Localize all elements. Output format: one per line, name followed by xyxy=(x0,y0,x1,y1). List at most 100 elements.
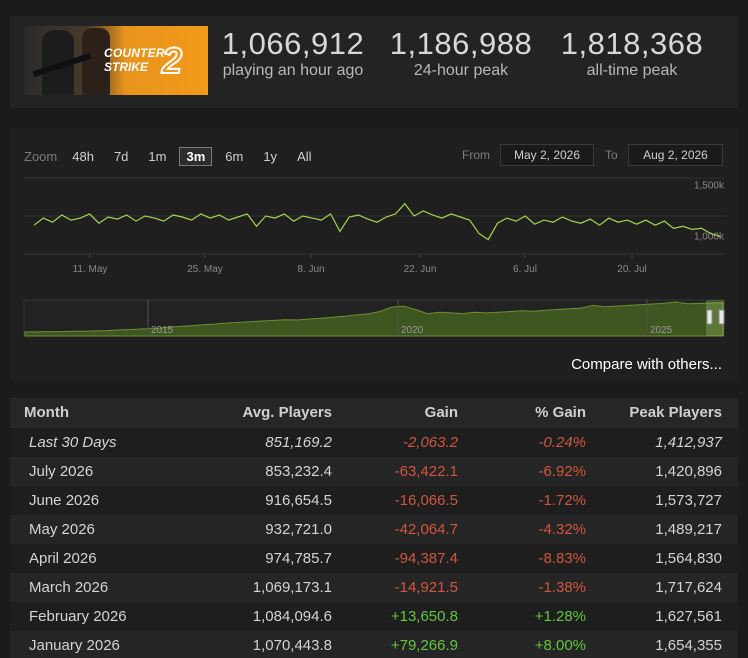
avg-players-cell: 932,721.0 xyxy=(265,521,332,538)
month-cell: July 2026 xyxy=(29,463,94,480)
table-row: May 2026 932,721.0 -42,064.7 -4.32% 1,48… xyxy=(10,515,738,544)
x-tick-label: 22. Jun xyxy=(404,264,437,275)
month-cell: January 2026 xyxy=(29,637,120,654)
gain-cell: -2,063.2 xyxy=(402,434,458,451)
column-header-pct-gain[interactable]: % Gain xyxy=(535,398,586,427)
zoom-6m-button[interactable]: 6m xyxy=(218,147,250,166)
navigator-handle-right xyxy=(718,309,725,325)
avg-players-cell: 1,070,443.8 xyxy=(252,637,332,654)
avg-players-cell: 916,654.5 xyxy=(265,492,332,509)
chart-panel: Zoom 48h 7d 1m 3m 6m 1y All From May 2, … xyxy=(10,128,738,380)
avg-players-cell: 851,169.2 xyxy=(265,434,332,451)
avg-players-cell: 974,785.7 xyxy=(265,550,332,567)
avg-players-cell: 1,084,094.6 xyxy=(252,608,332,625)
to-label: To xyxy=(605,148,618,162)
zoom-3m-button[interactable]: 3m xyxy=(179,146,213,166)
navigator-year-label: 2025 xyxy=(650,325,673,336)
pct-gain-cell: -4.32% xyxy=(538,521,586,538)
to-date-field[interactable]: Aug 2, 2026 xyxy=(628,144,723,166)
navigator-handle-left xyxy=(706,309,713,325)
table-row: June 2026 916,654.5 -16,066.5 -1.72% 1,5… xyxy=(10,486,738,515)
stat-all-time-peak: 1,818,368 all-time peak xyxy=(559,26,705,80)
column-header-month[interactable]: Month xyxy=(24,398,69,427)
stat-24h-peak: 1,186,988 24-hour peak xyxy=(388,26,534,80)
column-header-peak-players[interactable]: Peak Players xyxy=(629,398,722,427)
table-row: February 2026 1,084,094.6 +13,650.8 +1.2… xyxy=(10,602,738,631)
from-date-field[interactable]: May 2, 2026 xyxy=(500,144,594,166)
month-cell: Last 30 Days xyxy=(29,434,117,451)
stat-value: 1,066,912 xyxy=(221,26,365,61)
month-cell: May 2026 xyxy=(29,521,95,538)
zoom-controls: Zoom 48h 7d 1m 3m 6m 1y All xyxy=(24,146,325,166)
monthly-stats-table: Month Avg. Players Gain % Gain Peak Play… xyxy=(10,398,738,658)
table-row: March 2026 1,069,173.1 -14,921.5 -1.38% … xyxy=(10,573,738,602)
peak-players-cell: 1,627,561 xyxy=(655,608,722,625)
month-cell: April 2026 xyxy=(29,550,97,567)
peak-players-cell: 1,420,896 xyxy=(655,463,722,480)
zoom-1y-button[interactable]: 1y xyxy=(256,147,284,166)
gain-cell: -63,422.1 xyxy=(394,463,458,480)
pct-gain-cell: -0.24% xyxy=(538,434,586,451)
avg-players-cell: 1,069,173.1 xyxy=(252,579,332,596)
stat-current: 1,066,912 playing an hour ago xyxy=(220,26,366,80)
zoom-7d-button[interactable]: 7d xyxy=(107,147,135,166)
gain-cell: -16,066.5 xyxy=(394,492,458,509)
peak-players-cell: 1,412,937 xyxy=(655,434,722,451)
y-tick-label: 1,500k xyxy=(694,180,725,191)
table-row: January 2026 1,070,443.8 +79,266.9 +8.00… xyxy=(10,631,738,658)
gain-cell: +13,650.8 xyxy=(390,608,458,625)
logo-number: 2 xyxy=(161,39,183,82)
stat-label: playing an hour ago xyxy=(222,62,364,79)
pct-gain-cell: -8.83% xyxy=(538,550,586,567)
navigator-year-label: 2015 xyxy=(151,325,174,336)
zoom-48h-button[interactable]: 48h xyxy=(65,147,101,166)
table-row: Last 30 Days 851,169.2 -2,063.2 -0.24% 1… xyxy=(10,428,738,457)
pct-gain-cell: +1.28% xyxy=(534,608,586,625)
peak-players-cell: 1,573,727 xyxy=(655,492,722,509)
x-tick-label: 25. May xyxy=(187,264,223,275)
stat-value: 1,818,368 xyxy=(560,26,704,61)
date-range: From May 2, 2026 To Aug 2, 2026 xyxy=(462,144,724,168)
x-tick-label: 6. Jul xyxy=(513,264,537,275)
pct-gain-cell: -6.92% xyxy=(538,463,586,480)
table-header-row: Month Avg. Players Gain % Gain Peak Play… xyxy=(10,398,738,428)
gain-cell: -14,921.5 xyxy=(394,579,458,596)
month-cell: June 2026 xyxy=(29,492,100,509)
pct-gain-cell: -1.38% xyxy=(538,579,586,596)
navigator-chart[interactable]: 2015 2020 2025 xyxy=(10,298,738,338)
peak-players-cell: 1,717,624 xyxy=(655,579,722,596)
from-label: From xyxy=(462,148,490,162)
navigator-year-label: 2020 xyxy=(401,325,424,336)
stat-value: 1,186,988 xyxy=(389,26,533,61)
logo-text: STRIKE xyxy=(104,60,149,74)
table-row: July 2026 853,232.4 -63,422.1 -6.92% 1,4… xyxy=(10,457,738,486)
pct-gain-cell: -1.72% xyxy=(538,492,586,509)
column-header-avg-players[interactable]: Avg. Players xyxy=(243,398,333,427)
stat-label: 24-hour peak xyxy=(413,62,509,79)
series-line xyxy=(33,202,721,241)
stat-label: all-time peak xyxy=(586,62,678,79)
pct-gain-cell: +8.00% xyxy=(534,637,586,654)
gain-cell: -94,387.4 xyxy=(394,550,458,567)
zoom-all-button[interactable]: All xyxy=(290,147,318,166)
avg-players-cell: 853,232.4 xyxy=(265,463,332,480)
peak-players-cell: 1,489,217 xyxy=(655,521,722,538)
peak-players-cell: 1,564,830 xyxy=(655,550,722,567)
table-row: April 2026 974,785.7 -94,387.4 -8.83% 1,… xyxy=(10,544,738,573)
gain-cell: +79,266.9 xyxy=(390,637,458,654)
stats-header: COUNTER STRIKE 2 1,066,912 playing an ho… xyxy=(10,16,738,108)
peak-players-cell: 1,654,355 xyxy=(655,637,722,654)
zoom-1m-button[interactable]: 1m xyxy=(141,147,173,166)
x-tick-label: 11. May xyxy=(73,264,108,275)
column-header-gain[interactable]: Gain xyxy=(425,398,458,427)
month-cell: March 2026 xyxy=(29,579,109,596)
logo-text: COUNTER xyxy=(104,46,165,60)
player-count-chart[interactable]: 1,500k1,000k 11. May 25. May 8. Jun 22. Jun… xyxy=(10,172,738,282)
x-tick-label: 20. Jul xyxy=(617,264,646,275)
compare-link[interactable]: Compare with others... xyxy=(571,356,722,373)
x-tick-label: 8. Jun xyxy=(297,264,324,275)
game-logo[interactable]: COUNTER STRIKE 2 xyxy=(24,26,208,95)
zoom-label: Zoom xyxy=(24,148,58,164)
month-cell: February 2026 xyxy=(29,608,127,625)
gain-cell: -42,064.7 xyxy=(394,521,458,538)
